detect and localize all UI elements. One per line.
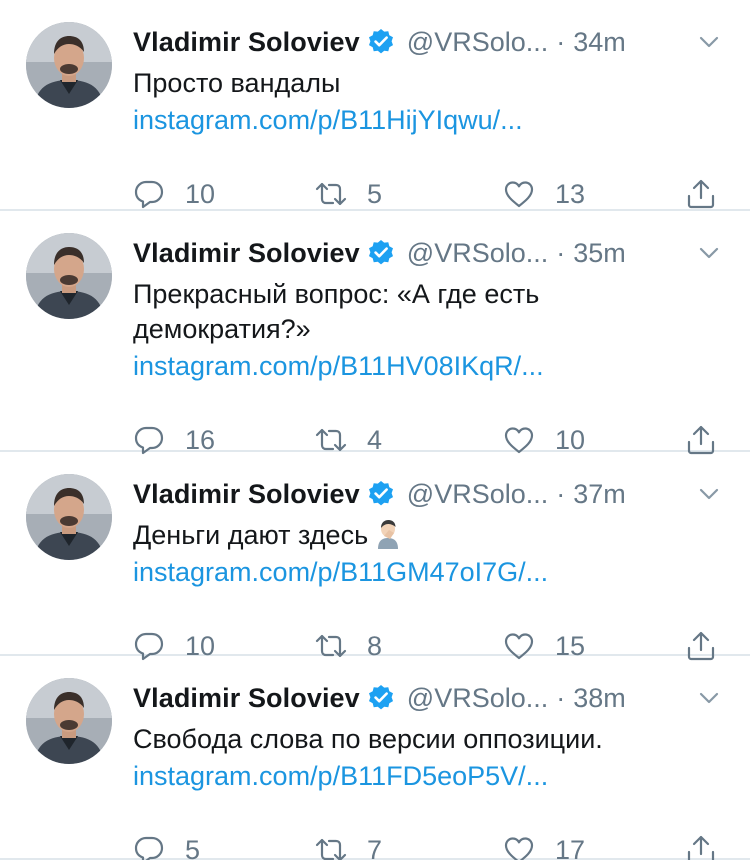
- verified-badge-icon: [367, 684, 395, 712]
- heart-icon: [504, 181, 534, 208]
- facepalm-emoji-icon: [376, 519, 402, 549]
- like-button[interactable]: 17: [503, 830, 585, 860]
- tweet-header: Vladimir Soloviev @VRSolo... · 35m: [133, 233, 626, 273]
- like-count: 17: [555, 834, 586, 860]
- reply-button[interactable]: 5: [133, 830, 200, 860]
- tweet-text-line: Свобода слова по версии оппозиции.: [133, 724, 603, 754]
- share-button[interactable]: [685, 174, 717, 214]
- retweet-count: 7: [367, 834, 383, 860]
- tweet-link[interactable]: instagram.com/p/B11HijYIqwu/...: [133, 103, 523, 138]
- tweet-header: Vladimir Soloviev @VRSolo... · 38m: [133, 678, 626, 718]
- author-handle[interactable]: @VRSolo...: [407, 683, 548, 714]
- chevron-down-icon[interactable]: [698, 486, 720, 502]
- tweet-link[interactable]: instagram.com/p/B11HV08IKqR/...: [133, 349, 544, 384]
- tweet-text-line: демократия?»: [133, 314, 311, 344]
- separator-dot: ·: [556, 682, 566, 713]
- retweet-count: 5: [367, 178, 383, 209]
- verified-badge-icon: [367, 480, 395, 508]
- tweet[interactable]: Vladimir Soloviev @VRSolo... · 37m Деньг…: [0, 452, 750, 661]
- tweet-link[interactable]: instagram.com/p/B11FD5eoP5V/...: [133, 759, 548, 794]
- separator-dot: ·: [556, 237, 566, 268]
- like-count: 13: [555, 178, 586, 209]
- tweet-text: Просто вандалы: [133, 66, 723, 101]
- author-handle[interactable]: @VRSolo...: [407, 238, 548, 269]
- separator-dot: ·: [556, 478, 566, 509]
- timestamp[interactable]: 37m: [573, 479, 626, 510]
- tweet[interactable]: Vladimir Soloviev @VRSolo... · 35m Прекр…: [0, 211, 750, 455]
- reply-count: 10: [185, 178, 216, 209]
- reply-icon: [134, 180, 164, 209]
- reply-button[interactable]: 10: [133, 174, 215, 214]
- verified-badge-icon: [367, 239, 395, 267]
- tweet-link[interactable]: instagram.com/p/B11GM47oI7G/...: [133, 555, 548, 590]
- tweet-header: Vladimir Soloviev @VRSolo... · 34m: [133, 22, 626, 62]
- author-handle[interactable]: @VRSolo...: [407, 27, 548, 58]
- retweet-count: 4: [367, 424, 383, 455]
- avatar[interactable]: [26, 474, 112, 560]
- timestamp[interactable]: 34m: [573, 27, 626, 58]
- tweet-actions: 10 5 13: [133, 174, 723, 214]
- reply-count: 5: [185, 834, 201, 860]
- timestamp[interactable]: 35m: [573, 238, 626, 269]
- retweet-icon: [315, 182, 347, 206]
- heart-icon: [504, 837, 534, 860]
- avatar[interactable]: [26, 233, 112, 319]
- reply-count: 16: [185, 424, 216, 455]
- verified-badge-icon: [367, 28, 395, 56]
- tweet-text: Прекрасный вопрос: «А где есть демократия…: [133, 277, 723, 347]
- author-name[interactable]: Vladimir Soloviev: [133, 27, 360, 58]
- avatar[interactable]: [26, 678, 112, 764]
- author-name[interactable]: Vladimir Soloviev: [133, 683, 360, 714]
- tweet-text-line: Деньги дают здесь: [133, 518, 723, 553]
- retweet-button[interactable]: 5: [315, 174, 382, 214]
- tweet[interactable]: Vladimir Soloviev @VRSolo... · 34m Прост…: [0, 0, 750, 211]
- tweet-text-line: Прекрасный вопрос: «А где есть: [133, 279, 540, 309]
- share-icon: [687, 835, 715, 860]
- separator-dot: ·: [556, 26, 566, 57]
- chevron-down-icon[interactable]: [698, 690, 720, 706]
- reply-icon: [134, 836, 164, 860]
- chevron-down-icon[interactable]: [698, 245, 720, 261]
- tweet-text-line: Просто вандалы: [133, 68, 341, 98]
- like-count: 10: [555, 424, 586, 455]
- retweet-button[interactable]: 7: [315, 830, 382, 860]
- retweet-icon: [315, 838, 347, 860]
- tweet-text: Свобода слова по версии оппозиции.: [133, 722, 723, 757]
- share-button[interactable]: [685, 830, 717, 860]
- tweet-actions: 5 7 17: [133, 830, 723, 860]
- author-name[interactable]: Vladimir Soloviev: [133, 479, 360, 510]
- tweet-feed: Vladimir Soloviev @VRSolo... · 34m Прост…: [0, 0, 750, 860]
- author-handle[interactable]: @VRSolo...: [407, 479, 548, 510]
- tweet-text: Деньги дают здесь: [133, 518, 723, 553]
- tweet-header: Vladimir Soloviev @VRSolo... · 37m: [133, 474, 626, 514]
- avatar[interactable]: [26, 22, 112, 108]
- tweet[interactable]: Vladimir Soloviev @VRSolo... · 38m Свобо…: [0, 656, 750, 860]
- like-button[interactable]: 13: [503, 174, 585, 214]
- share-icon: [687, 179, 715, 209]
- author-name[interactable]: Vladimir Soloviev: [133, 238, 360, 269]
- timestamp[interactable]: 38m: [573, 683, 626, 714]
- chevron-down-icon[interactable]: [698, 34, 720, 50]
